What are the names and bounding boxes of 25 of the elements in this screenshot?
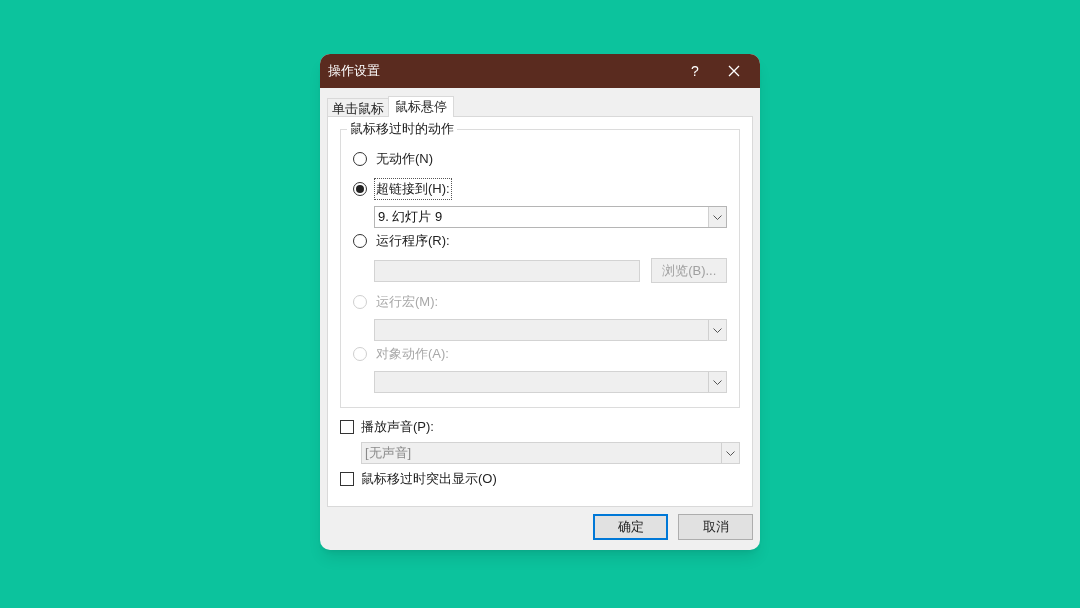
checkbox[interactable] — [340, 472, 354, 486]
chevron-down-icon — [713, 327, 722, 333]
option-label: 运行程序(R): — [375, 232, 451, 251]
tab[interactable]: 单击鼠标 — [327, 98, 388, 116]
chevron-down-icon — [726, 450, 735, 456]
option-label: 无动作(N) — [375, 150, 435, 169]
dialog-button[interactable]: 取消 — [678, 514, 753, 540]
chevron-down-icon — [713, 214, 722, 220]
radio-button[interactable] — [353, 234, 367, 248]
group-title: 鼠标移过时的动作 — [347, 121, 457, 137]
dropdown[interactable]: 9. 幻灯片 9 — [374, 206, 727, 228]
help-button[interactable]: ? — [680, 59, 710, 83]
checkbox-label: 鼠标移过时突出显示(O) — [361, 470, 497, 489]
dialog-button[interactable]: 确定 — [593, 514, 668, 540]
radio-button[interactable] — [353, 182, 367, 196]
option-label: 超链接到(H): — [374, 178, 452, 200]
chevron-down-icon — [713, 379, 722, 385]
radio-button[interactable] — [353, 152, 367, 166]
option-label: 对象动作(A): — [375, 345, 450, 364]
close-icon — [728, 65, 740, 77]
option-label: 运行宏(M): — [375, 293, 440, 312]
tab[interactable]: 鼠标悬停 — [388, 96, 454, 117]
window-title: 操作设置 — [328, 62, 381, 81]
checkbox-label: 播放声音(P): — [361, 418, 434, 437]
checkbox[interactable] — [340, 420, 354, 434]
